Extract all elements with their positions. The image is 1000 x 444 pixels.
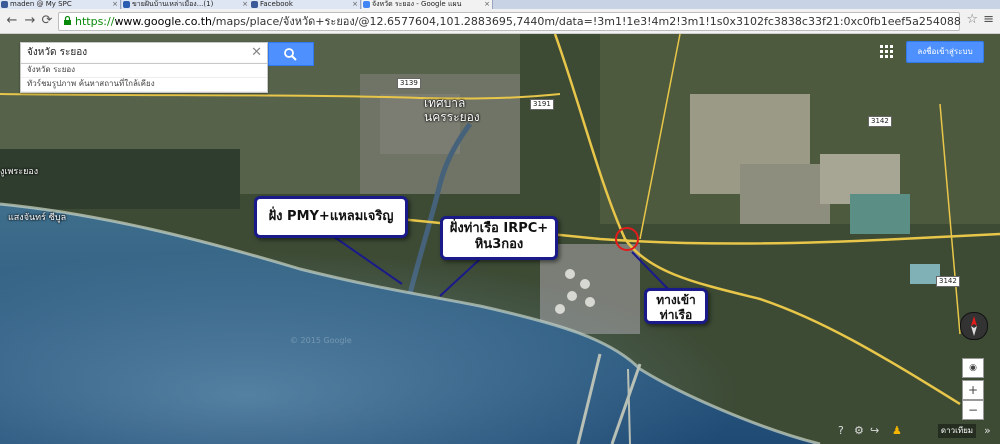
tab-label: maden @ My SPC <box>10 0 72 8</box>
help-icon[interactable]: ? <box>838 424 844 437</box>
zoom-out-button[interactable]: − <box>962 400 984 420</box>
callout-text: ทางเข้า <box>656 293 696 307</box>
close-icon[interactable]: × <box>242 0 248 9</box>
tab-strip: maden @ My SPC × ขายฝันบ้านเหล่าเมือง...… <box>0 0 1000 9</box>
tab-google-maps[interactable]: จังหวัด ระยอง - Google แผน × <box>362 0 493 9</box>
close-icon[interactable]: × <box>112 0 118 9</box>
share-icon[interactable]: ↪ <box>870 424 879 437</box>
satellite-toggle[interactable]: ดาวเทียม <box>938 424 976 438</box>
close-icon[interactable]: × <box>484 0 490 9</box>
url-text: https://www.google.co.th/maps/place/จังห… <box>75 13 961 30</box>
browser-toolbar: ← → ⟳ https://www.google.co.th/maps/plac… <box>0 9 1000 34</box>
pegman-icon[interactable]: ♟ <box>892 424 902 437</box>
facebook-icon <box>251 1 258 8</box>
url-path: /maps/place/จังหวัด+ระยอง/@12.6577604,10… <box>212 15 961 28</box>
search-suggestions: จังหวัด ระยอง ทัวร์ชมรูปภาพ ค้นหาสถานที่… <box>20 63 268 93</box>
suggestion-item[interactable]: จังหวัด ระยอง <box>21 64 267 78</box>
suggestion-item[interactable]: ทัวร์ชมรูปภาพ ค้นหาสถานที่ใกล้เคียง <box>21 78 267 92</box>
compass-icon[interactable] <box>960 312 988 340</box>
url-scheme: https:// <box>75 15 115 28</box>
label-town: งูเพระยอง <box>0 167 39 177</box>
forward-button[interactable]: → <box>22 13 38 29</box>
site-icon <box>123 1 130 8</box>
close-icon[interactable]: × <box>352 0 358 9</box>
callout-text: ฝั่ง PMY+แหลมเจริญ <box>268 209 394 224</box>
my-location-icon[interactable]: ◉ <box>962 358 984 378</box>
clear-icon[interactable]: ✕ <box>251 43 262 63</box>
callout-pmy: ฝั่ง PMY+แหลมเจริญ <box>254 196 408 238</box>
label-municipality-name: นครระยอง <box>424 110 480 124</box>
callout-text: ท่าเรือ <box>659 308 693 322</box>
address-bar[interactable]: https://www.google.co.th/maps/place/จังห… <box>58 12 961 31</box>
tab-label: จังหวัด ระยอง - Google แผน <box>372 0 462 8</box>
road-number: 3139 <box>397 78 421 89</box>
tab-facebook[interactable]: Facebook × <box>250 0 361 9</box>
maps-search-input[interactable]: จังหวัด ระยอง ✕ <box>20 42 268 64</box>
road-number: 3142 <box>936 276 960 287</box>
bookmark-star-icon[interactable]: ☆ <box>966 12 978 27</box>
zoom-in-button[interactable]: + <box>962 380 984 400</box>
apps-grid-icon[interactable] <box>880 45 894 59</box>
facebook-icon <box>1 1 8 8</box>
url-domain: www.google.co.th <box>114 15 213 28</box>
gear-icon[interactable]: ⚙ <box>854 424 864 437</box>
label-beach: แสงจันทร์ ซีบูล <box>8 213 67 223</box>
tab-sale[interactable]: ขายฝันบ้านเหล่าเมือง...(1) × <box>122 0 251 9</box>
lock-icon <box>64 15 71 25</box>
expand-icon[interactable]: » <box>984 424 991 437</box>
menu-icon[interactable]: ≡ <box>983 12 994 27</box>
road-number: 3191 <box>530 99 554 110</box>
tab-label: Facebook <box>260 0 293 8</box>
tab-label: ขายฝันบ้านเหล่าเมือง...(1) <box>132 0 214 8</box>
search-query: จังหวัด ระยอง <box>27 47 88 58</box>
map-watermark: © 2015 Google <box>290 336 352 345</box>
reload-button[interactable]: ⟳ <box>39 13 55 29</box>
back-button[interactable]: ← <box>4 13 20 29</box>
road-number: 3142 <box>868 116 892 127</box>
tab-maden[interactable]: maden @ My SPC × <box>0 0 121 9</box>
search-button[interactable] <box>268 42 314 66</box>
search-icon <box>284 48 297 61</box>
callout-text: ฝั่งท่าเรือ IRPC+ <box>449 221 549 236</box>
google-maps-icon <box>363 1 370 8</box>
callout-irpc: ฝั่งท่าเรือ IRPC+ หิน3กอง <box>440 216 558 260</box>
callout-port-entrance: ทางเข้า ท่าเรือ <box>644 288 708 324</box>
callout-text: หิน3กอง <box>474 237 524 252</box>
sign-in-button[interactable]: ลงชื่อเข้าสู่ระบบ <box>906 41 984 63</box>
